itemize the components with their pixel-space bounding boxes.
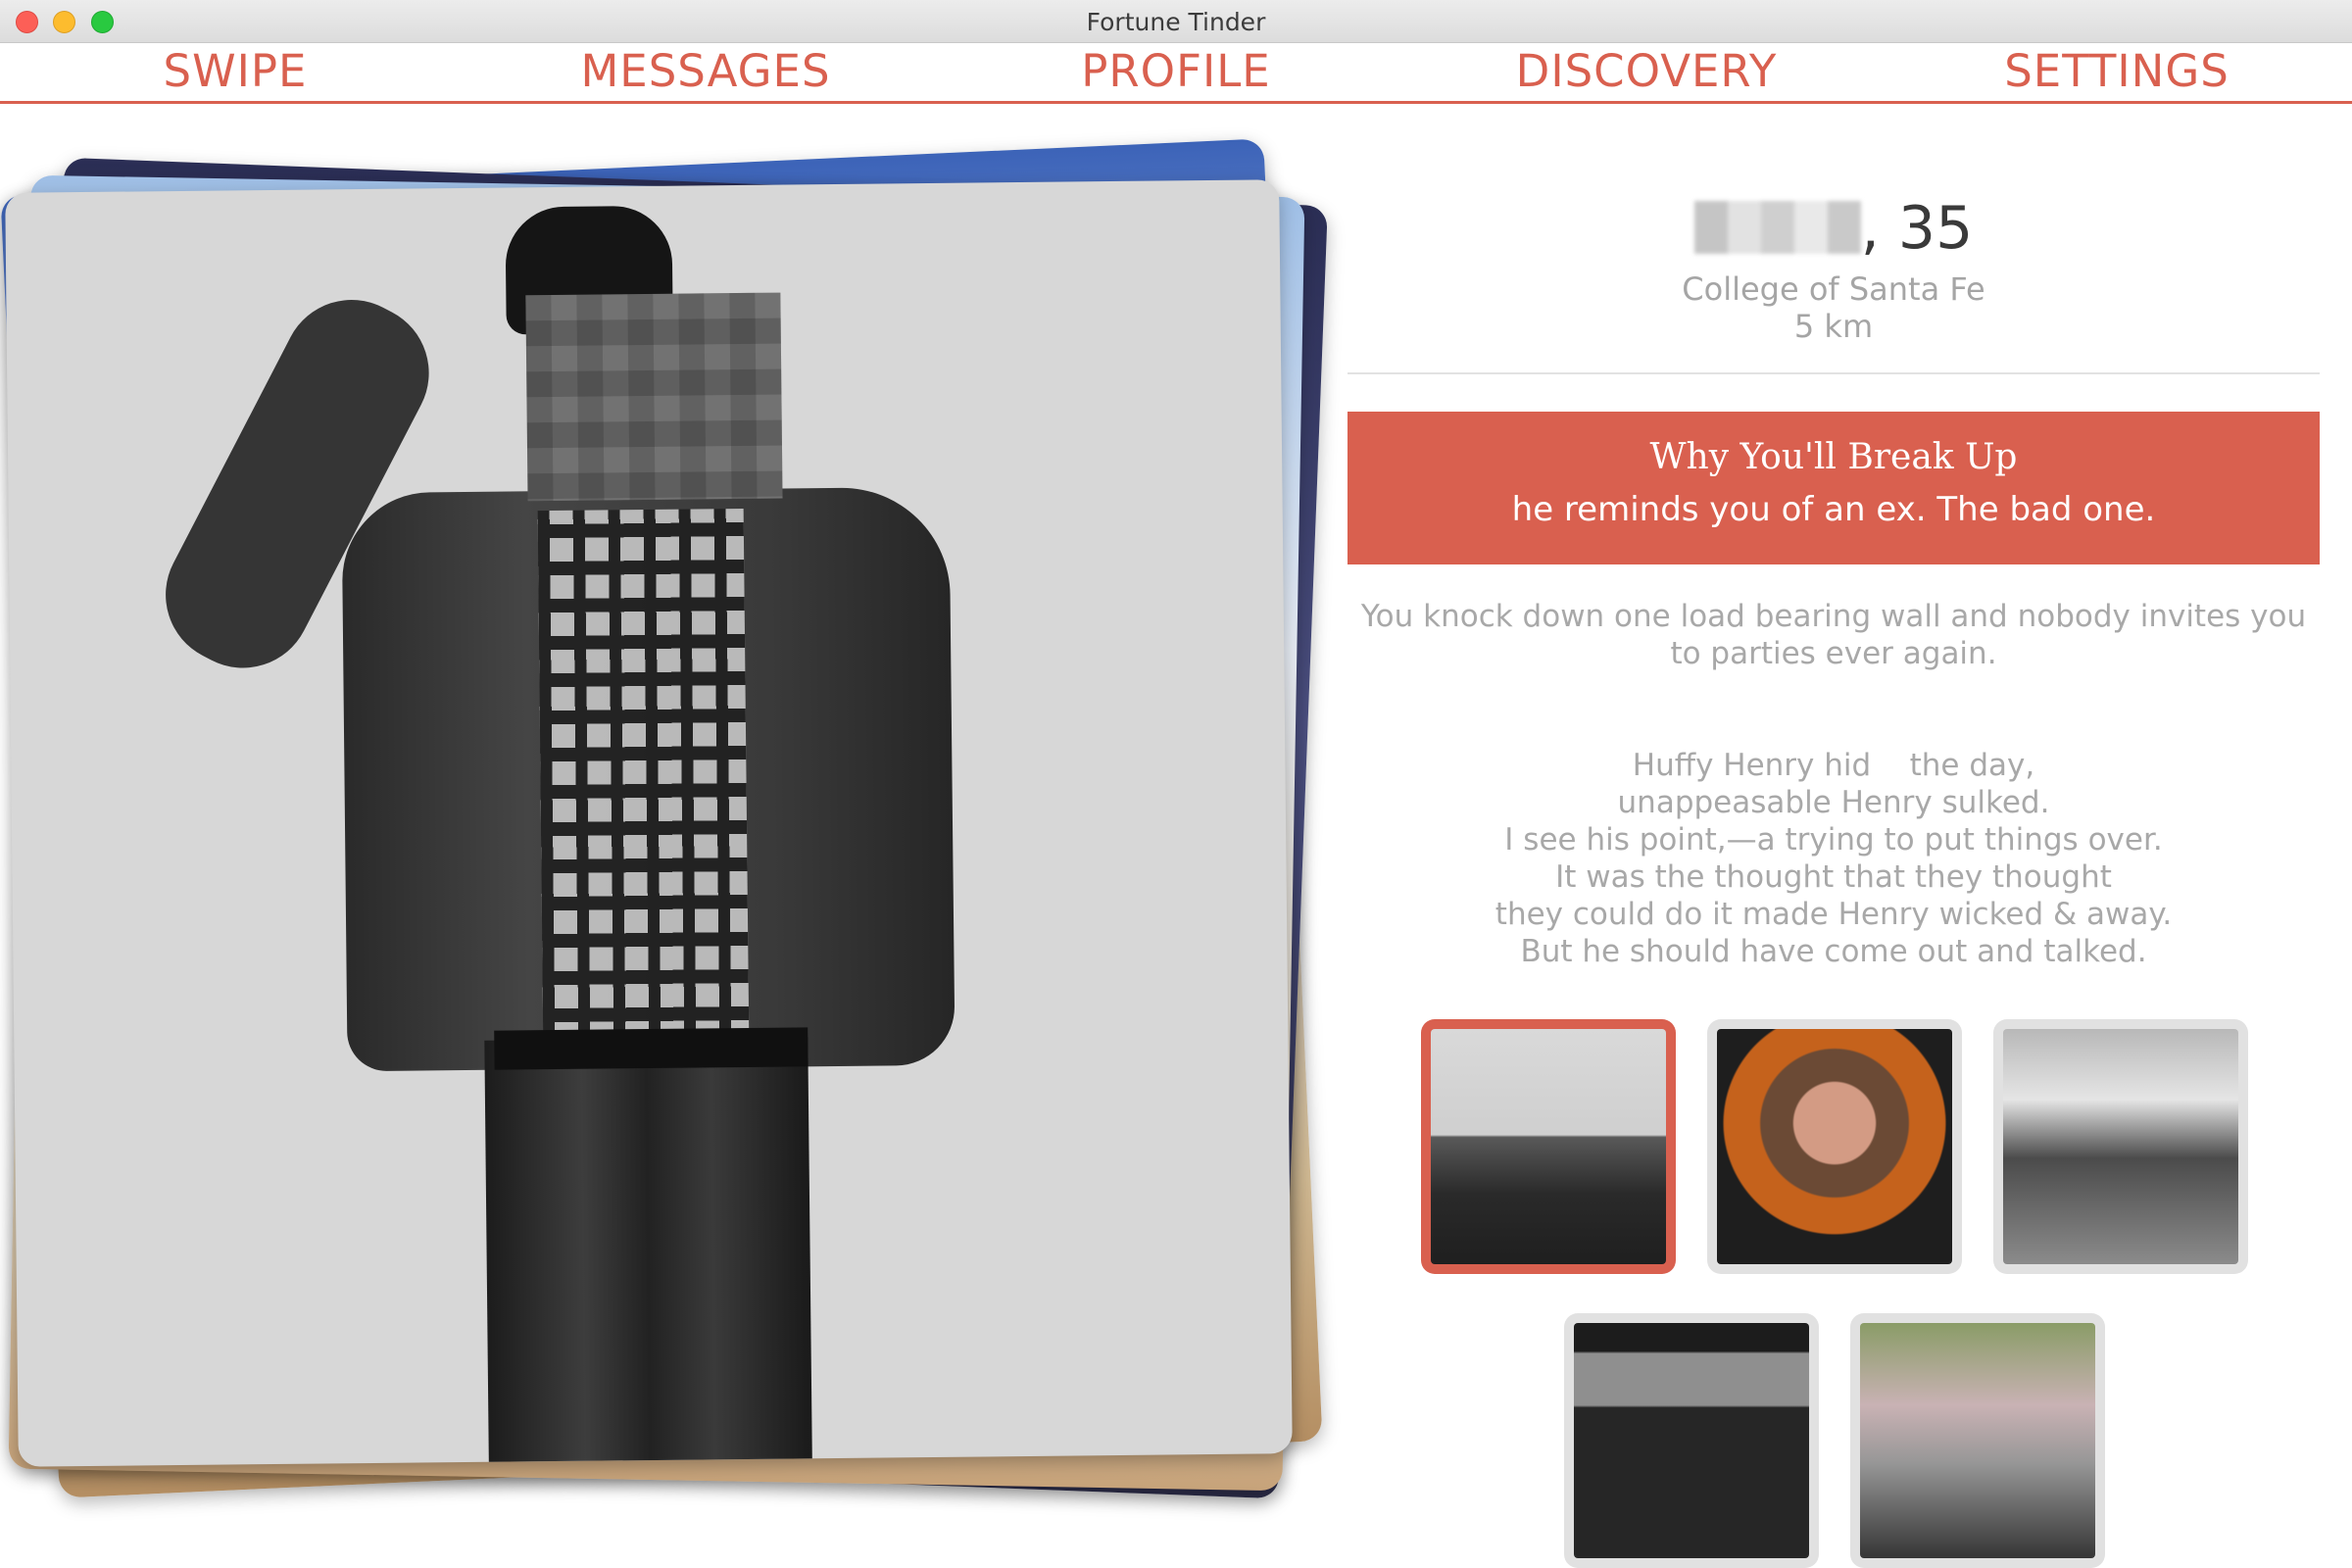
thumbnail-image [1860,1323,2095,1558]
blurred-name [1693,201,1861,254]
poem-line: unappeasable Henry sulked. [1617,785,2050,820]
main-nav: SWIPE MESSAGES PROFILE DISCOVERY SETTING… [0,43,2352,104]
window-titlebar: Fortune Tinder [0,0,2352,43]
nav-discovery[interactable]: DISCOVERY [1516,43,1778,100]
photo-figure-shirt [537,508,750,1060]
thumbnail-image [1574,1323,1809,1558]
photo-card-stack[interactable] [0,138,1333,1505]
pixelated-face [525,292,783,502]
poem-line: Huffy Henry hid the day, [1632,748,2035,783]
main-profile-photo[interactable] [5,179,1293,1467]
photo-figure-belt [494,1027,808,1070]
bio-line: to parties ever again. [1670,636,1997,671]
thumbnail-image [2003,1029,2238,1264]
window-title: Fortune Tinder [1086,8,1266,36]
school: College of Santa Fe [1682,270,1985,308]
fortune-banner: Why You'll Break Up he reminds you of an… [1348,412,2320,564]
thumbnail-image [1717,1029,1952,1264]
photo-thumbnail-1[interactable] [1421,1019,1676,1274]
nav-swipe[interactable]: SWIPE [164,43,308,100]
photo-thumbnail-5[interactable] [1850,1313,2105,1568]
bio-text: You knock down one load bearing wall and… [1348,598,2320,672]
poem-line: But he should have come out and talked. [1520,934,2147,969]
photo-thumbnail-3[interactable] [1993,1019,2248,1274]
name-age-line: , 35 [1348,194,2320,263]
nav-messages[interactable]: MESSAGES [580,43,830,100]
nav-settings[interactable]: SETTINGS [2004,43,2230,100]
poem-line: they could do it made Henry wicked & awa… [1494,897,2173,932]
bio-line: You knock down one load bearing wall and… [1360,599,2307,634]
fortune-text: he reminds you of an ex. The bad one. [1511,490,2156,529]
poem-line: It was the thought that they thought [1555,859,2112,895]
photo-figure-jeans [484,1037,812,1467]
photo-thumbnail-2[interactable] [1707,1019,1962,1274]
distance: 5 km [1793,308,1874,345]
photo-thumbnail-4[interactable] [1564,1313,1819,1568]
fortune-title: Why You'll Break Up [1649,437,2018,477]
nav-profile[interactable]: PROFILE [1081,43,1270,100]
poem-line: I see his point,—a trying to put things … [1504,822,2163,858]
age: , 35 [1860,194,1974,263]
thumbnail-image [1431,1029,1666,1264]
poem-text: Huffy Henry hid the day, unappeasable He… [1348,747,2320,970]
divider [1348,372,2320,374]
